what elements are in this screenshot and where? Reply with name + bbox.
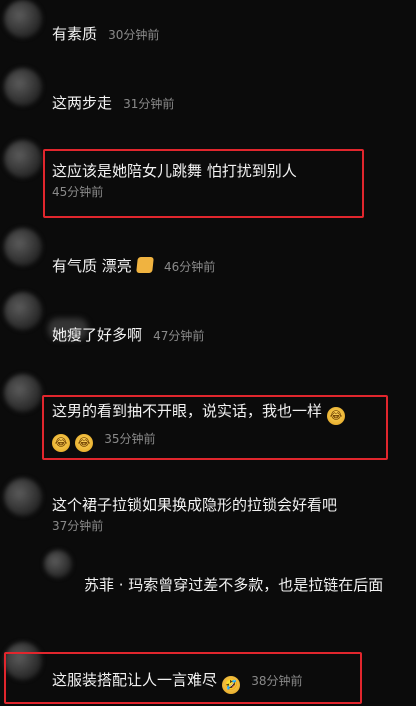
- comment-item[interactable]: 这男的看到抽不开眼，说实话，我也一样 😂 😂 😂 35分钟前: [52, 400, 396, 452]
- comment-section: 有素质 30分钟前 这两步走 31分钟前 这应该是她陪女儿跳舞 怕打扰到别人 4…: [0, 0, 416, 706]
- comment-time: 46分钟前: [163, 260, 216, 274]
- comment-item[interactable]: 有素质 30分钟前: [52, 23, 396, 45]
- comment-time: 47分钟前: [153, 329, 205, 343]
- comment-item[interactable]: 这应该是她陪女儿跳舞 怕打扰到别人 45分钟前: [52, 160, 396, 200]
- comment-text: 她瘦了好多啊: [52, 326, 143, 344]
- avatar[interactable]: [4, 68, 42, 106]
- avatar[interactable]: [4, 292, 42, 330]
- comment-text: 这男的看到抽不开眼，说实话，我也一样: [52, 402, 323, 420]
- comment-text: 这应该是她陪女儿跳舞 怕打扰到别人: [52, 162, 297, 180]
- laughing-face-icon: 😂: [52, 434, 70, 452]
- comment-time: 35分钟前: [104, 432, 156, 446]
- avatar[interactable]: [4, 642, 42, 680]
- laughing-face-icon: 😂: [75, 434, 94, 452]
- avatar[interactable]: [4, 478, 42, 516]
- thumbs-up-icon: [136, 257, 154, 273]
- comment-item[interactable]: 这服装搭配让人一言难尽 🤣 38分钟前: [52, 669, 396, 694]
- comment-text: 有素质: [52, 25, 98, 43]
- comment-time: 31分钟前: [123, 97, 175, 111]
- reply-item[interactable]: 苏菲 · 玛索曾穿过差不多款，也是拉链在后面: [84, 574, 390, 596]
- comment-time: 38分钟前: [251, 674, 303, 688]
- avatar[interactable]: [4, 140, 42, 178]
- rofl-face-icon: 🤣: [222, 676, 241, 694]
- avatar[interactable]: [44, 550, 72, 578]
- comment-text: 有气质 漂亮: [52, 257, 132, 275]
- comment-text: 这个裙子拉锁如果换成隐形的拉锁会好看吧: [52, 496, 338, 514]
- comment-text: 这两步走: [52, 94, 113, 112]
- comment-text: 这服装搭配让人一言难尽: [52, 671, 218, 689]
- comment-item[interactable]: 这个裙子拉锁如果换成隐形的拉锁会好看吧 37分钟前: [52, 494, 396, 534]
- laughing-face-icon: 😂: [327, 407, 346, 425]
- avatar[interactable]: [4, 228, 42, 266]
- avatar[interactable]: [4, 374, 42, 412]
- comment-item[interactable]: 有气质 漂亮 46分钟前: [52, 255, 396, 277]
- comment-item[interactable]: 她瘦了好多啊 47分钟前: [52, 324, 396, 346]
- comment-item[interactable]: 这两步走 31分钟前: [52, 92, 396, 114]
- comment-time: 30分钟前: [108, 28, 160, 42]
- avatar[interactable]: [4, 0, 42, 38]
- comment-time: 37分钟前: [52, 519, 104, 533]
- reply-text: 苏菲 · 玛索曾穿过差不多款，也是拉链在后面: [84, 576, 384, 594]
- comment-time: 45分钟前: [52, 185, 104, 199]
